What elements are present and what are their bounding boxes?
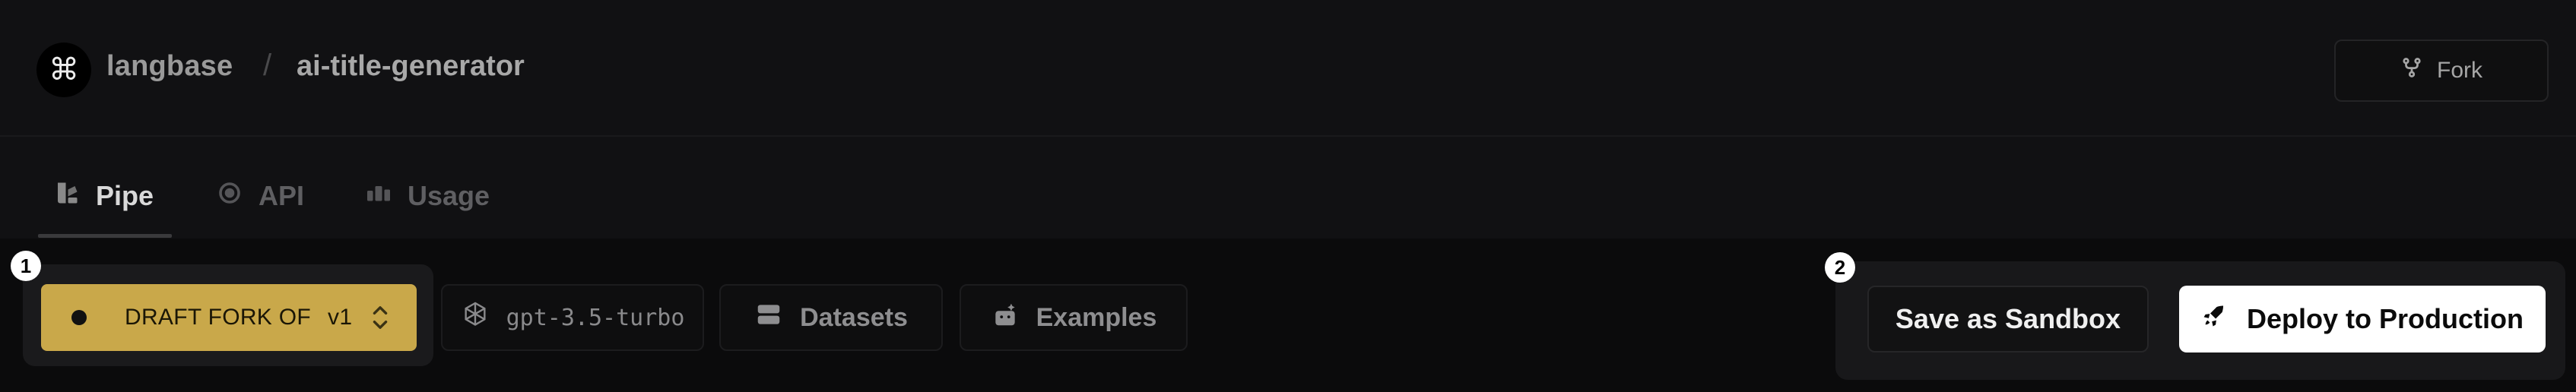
- usage-icon: [365, 179, 392, 213]
- api-icon: [216, 179, 243, 213]
- tab-usage-label: Usage: [408, 180, 490, 211]
- examples-button[interactable]: Examples: [960, 284, 1188, 351]
- model-label: gpt-3.5-turbo: [506, 304, 685, 331]
- app-header: ⌘ langbase / ai-title-generator Fork: [0, 0, 2576, 137]
- deploy-label: Deploy to Production: [2247, 303, 2524, 334]
- datasets-button[interactable]: Datasets: [719, 284, 943, 351]
- version-select[interactable]: DRAFT FORK OF v1: [41, 284, 417, 351]
- chevron-up-down-icon: [371, 305, 389, 330]
- fork-label: Fork: [2437, 58, 2482, 83]
- tab-pipe-label: Pipe: [96, 180, 154, 211]
- tab-bar: Pipe API Usage: [0, 137, 2576, 239]
- breadcrumb-pipe-name[interactable]: ai-title-generator: [297, 50, 525, 83]
- openai-icon: [461, 300, 490, 335]
- save-as-sandbox-button[interactable]: Save as Sandbox: [1867, 286, 2149, 352]
- command-logo-icon[interactable]: ⌘: [36, 43, 91, 97]
- datasets-label: Datasets: [800, 302, 908, 332]
- logo-glyph: ⌘: [49, 53, 79, 87]
- examples-label: Examples: [1036, 302, 1157, 332]
- tab-usage[interactable]: Usage: [365, 175, 490, 217]
- deploy-to-production-button[interactable]: Deploy to Production: [2179, 286, 2546, 352]
- database-icon: [754, 300, 783, 336]
- breadcrumb-org[interactable]: langbase: [106, 50, 233, 83]
- pipe-icon: [53, 179, 81, 213]
- version-label: v1: [328, 305, 353, 330]
- step-badge-2: 2: [1825, 252, 1855, 283]
- rocket-icon: [2201, 303, 2227, 336]
- tab-api[interactable]: API: [216, 175, 304, 217]
- tab-api-label: API: [259, 180, 305, 211]
- fork-icon: [2400, 56, 2423, 85]
- step-badge-1: 1: [11, 251, 41, 281]
- sandbox-label: Save as Sandbox: [1895, 303, 2121, 334]
- active-tab-indicator: [38, 234, 172, 238]
- sparkle-box-icon: [991, 300, 1020, 336]
- tab-pipe[interactable]: Pipe: [53, 175, 154, 217]
- version-status-label: DRAFT FORK OF: [125, 305, 312, 330]
- breadcrumb-separator: /: [263, 49, 272, 82]
- model-select[interactable]: gpt-3.5-turbo: [441, 284, 704, 351]
- status-dot-icon: [71, 310, 87, 325]
- fork-button[interactable]: Fork: [2334, 40, 2549, 102]
